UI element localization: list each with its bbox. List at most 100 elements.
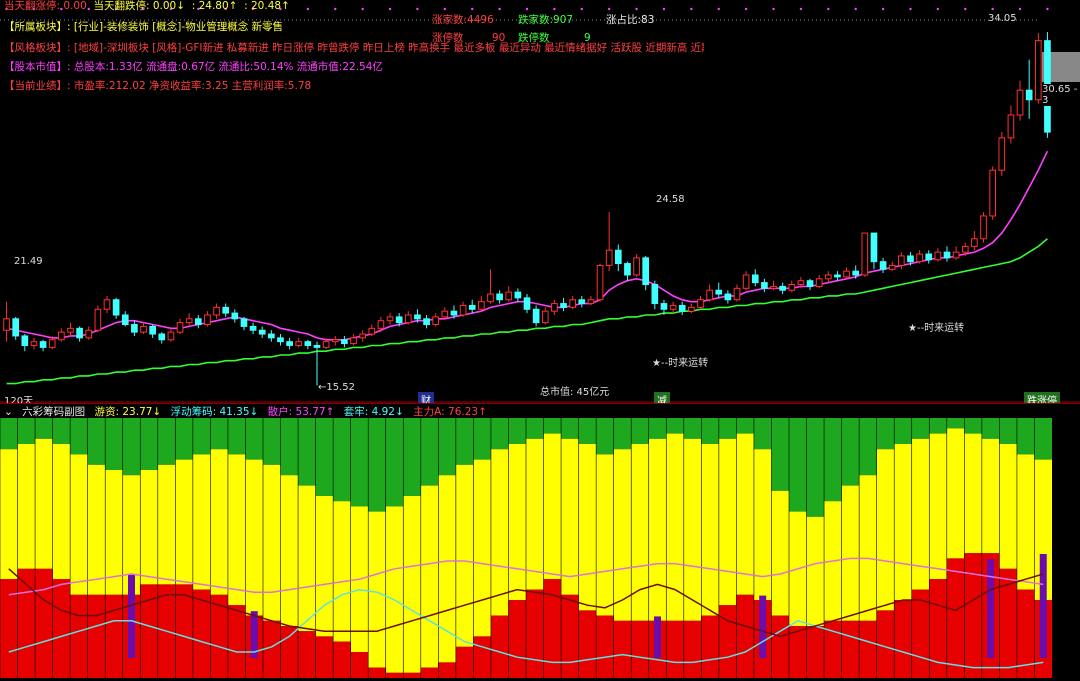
chip-column[interactable] (210, 418, 229, 678)
chip-column[interactable] (262, 418, 282, 678)
candle[interactable] (158, 332, 166, 344)
chevron-down-icon[interactable]: ⌄ (4, 406, 13, 418)
candle[interactable] (268, 330, 275, 342)
chip-column[interactable] (753, 418, 772, 678)
candle[interactable] (943, 246, 951, 262)
chip-column[interactable] (297, 418, 317, 678)
chip-column[interactable] (367, 418, 387, 678)
candle[interactable] (861, 232, 869, 277)
chip-column[interactable] (876, 418, 895, 678)
candle[interactable] (341, 335, 348, 348)
candle[interactable] (824, 271, 832, 283)
chip-column[interactable] (543, 418, 562, 678)
chip-column[interactable] (736, 418, 755, 678)
chip-column[interactable] (928, 418, 948, 678)
candle[interactable] (487, 269, 494, 304)
candle[interactable] (934, 248, 942, 262)
chip-column[interactable] (718, 418, 737, 678)
chip-column[interactable] (87, 418, 106, 678)
candle[interactable] (815, 274, 823, 289)
candle[interactable] (277, 334, 284, 346)
chip-column[interactable] (999, 418, 1018, 678)
chip-column[interactable] (104, 418, 124, 678)
chip-column[interactable] (52, 418, 71, 678)
candle[interactable] (651, 280, 659, 310)
candle[interactable] (624, 261, 631, 281)
sub-chart-title[interactable]: 六彩筹码副图 (22, 406, 85, 418)
candle[interactable] (843, 267, 850, 279)
chip-column[interactable] (280, 418, 299, 678)
chip-column[interactable] (630, 418, 650, 678)
candle[interactable] (131, 320, 138, 336)
chip-column[interactable] (1016, 418, 1035, 678)
chip-column[interactable] (964, 418, 983, 678)
candle[interactable] (149, 324, 156, 338)
chip-column[interactable] (473, 418, 492, 678)
candle[interactable] (240, 316, 248, 331)
chip-column[interactable] (560, 418, 580, 678)
chip-column[interactable] (911, 418, 930, 678)
candle[interactable] (551, 299, 558, 315)
candle[interactable] (569, 295, 576, 310)
chip-column[interactable] (402, 418, 422, 678)
chip-column[interactable] (508, 418, 527, 678)
chip-column[interactable] (858, 418, 878, 678)
chip-column[interactable] (315, 418, 334, 678)
candle[interactable] (669, 301, 677, 314)
candle[interactable] (980, 212, 987, 243)
candle[interactable] (368, 324, 376, 336)
candle[interactable] (989, 166, 996, 220)
candle[interactable] (532, 305, 540, 327)
chip-column[interactable] (823, 418, 843, 678)
candle[interactable] (441, 307, 449, 319)
chip-column[interactable] (665, 418, 685, 678)
candle[interactable] (1007, 105, 1015, 144)
candle[interactable] (578, 295, 586, 308)
chip-column[interactable] (17, 418, 36, 678)
candle[interactable] (514, 288, 522, 302)
candle[interactable] (359, 330, 366, 342)
chip-column[interactable] (332, 418, 352, 678)
candle[interactable] (231, 309, 239, 323)
candle[interactable] (642, 255, 650, 291)
candle[interactable] (779, 282, 786, 295)
candle[interactable] (204, 311, 211, 327)
candle[interactable] (12, 316, 20, 340)
candle[interactable] (295, 337, 303, 348)
candle[interactable] (121, 311, 129, 327)
candle[interactable] (751, 269, 759, 287)
chip-column[interactable] (946, 418, 965, 678)
chip-column[interactable] (806, 418, 825, 678)
candle[interactable] (678, 301, 686, 315)
candle[interactable] (971, 231, 978, 251)
candle[interactable] (304, 339, 312, 350)
chip-column[interactable] (227, 418, 246, 678)
candle[interactable] (834, 271, 841, 281)
candle[interactable] (605, 212, 613, 272)
candle[interactable] (478, 295, 485, 312)
candle[interactable] (94, 305, 102, 333)
chip-column[interactable] (69, 418, 89, 678)
chip-column[interactable] (0, 418, 19, 678)
candle[interactable] (286, 337, 293, 350)
candle[interactable] (85, 326, 93, 340)
candle[interactable] (404, 311, 412, 325)
candle[interactable] (459, 301, 467, 317)
candle[interactable] (1025, 59, 1033, 119)
candle[interactable] (724, 290, 732, 304)
candle[interactable] (140, 322, 147, 335)
chip-column[interactable] (525, 418, 545, 678)
chip-column[interactable] (139, 418, 159, 678)
candle[interactable] (879, 257, 887, 274)
candle[interactable] (770, 280, 777, 291)
candle[interactable] (742, 271, 750, 291)
kline-panel[interactable]: 当天翻涨停: 0.00 当天翻跌停: 0.00↓ : 24.80↑ : 20.4… (0, 0, 1080, 407)
candle[interactable] (194, 314, 202, 329)
candle[interactable] (76, 326, 83, 342)
candle[interactable] (3, 301, 10, 342)
candle[interactable] (331, 335, 339, 346)
candle[interactable] (432, 313, 440, 327)
chip-column[interactable] (385, 418, 404, 678)
candle[interactable] (633, 254, 640, 277)
candle[interactable] (185, 313, 193, 327)
